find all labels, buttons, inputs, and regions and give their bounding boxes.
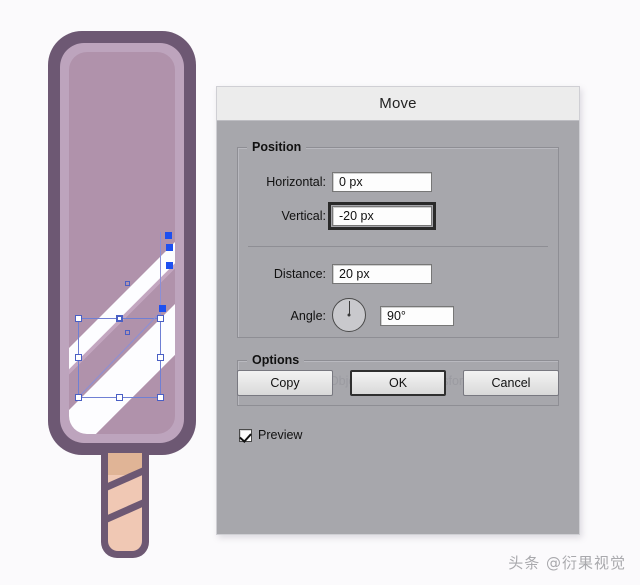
popsicle-body-outline xyxy=(48,31,196,455)
angle-input[interactable]: 90° xyxy=(380,306,454,326)
horizontal-label: Horizontal: xyxy=(266,175,326,189)
popsicle-body-inner xyxy=(69,52,175,434)
popsicle-body-mid xyxy=(60,43,184,443)
preview-label: Preview xyxy=(258,428,303,442)
distance-label: Distance: xyxy=(273,267,326,281)
vertical-input[interactable]: -20 px xyxy=(328,202,436,230)
angle-dial[interactable] xyxy=(332,298,366,332)
position-divider xyxy=(248,246,548,247)
angle-dial-hub xyxy=(347,313,351,317)
position-group: Position Horizontal: 0 px Vertical: -20 … xyxy=(237,140,559,338)
angle-label: Angle: xyxy=(290,309,326,323)
options-group-legend: Options xyxy=(247,353,305,367)
horizontal-input[interactable]: 0 px xyxy=(332,172,432,192)
dialog-body: Position Horizontal: 0 px Vertical: -20 … xyxy=(217,121,579,442)
popsicle-stick-outline xyxy=(101,448,149,558)
dialog-button-row: Copy OK Cancel xyxy=(237,370,559,396)
popsicle-stick xyxy=(108,453,142,551)
cancel-button[interactable]: Cancel xyxy=(463,370,559,396)
vertical-label: Vertical: xyxy=(281,209,326,223)
distance-input[interactable]: 20 px xyxy=(332,264,432,284)
stick-band-2 xyxy=(108,492,142,528)
move-dialog[interactable]: Move Position Horizontal: 0 px Vertical:… xyxy=(216,86,580,535)
dialog-title: Move xyxy=(379,95,417,112)
dialog-titlebar: Move xyxy=(217,87,579,121)
popsicle-illustration xyxy=(0,0,220,585)
watermark: 头条 @衍果视觉 xyxy=(508,554,626,572)
preview-row[interactable]: Preview xyxy=(239,428,559,442)
app-canvas: Move Position Horizontal: 0 px Vertical:… xyxy=(0,0,640,585)
position-group-legend: Position xyxy=(247,140,307,154)
copy-button[interactable]: Copy xyxy=(237,370,333,396)
ok-button[interactable]: OK xyxy=(350,370,446,396)
preview-checkbox[interactable] xyxy=(239,428,252,442)
